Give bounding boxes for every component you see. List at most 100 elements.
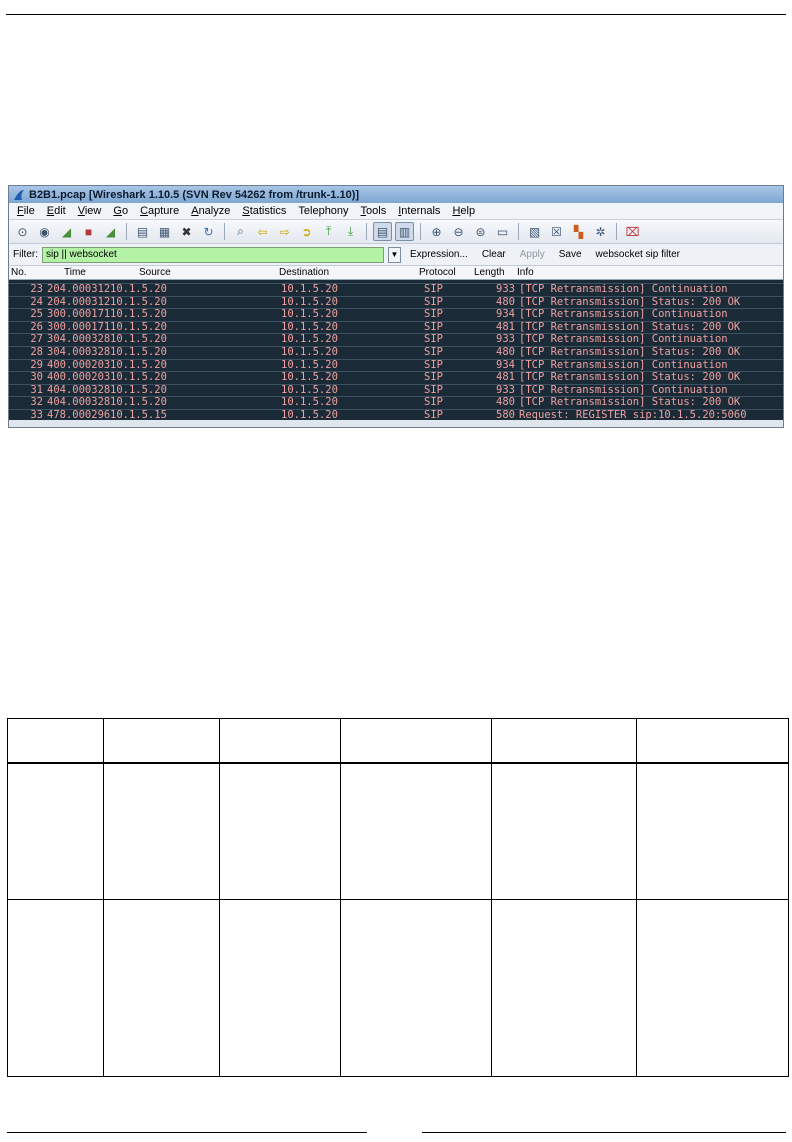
packet-proto: SIP	[424, 295, 443, 308]
column-header-source[interactable]: Source	[139, 267, 171, 278]
window-titlebar[interactable]: B2B1.pcap [Wireshark 1.10.5 (SVN Rev 542…	[9, 186, 783, 203]
column-header-destination[interactable]: Destination	[279, 267, 329, 278]
zoom-in-button[interactable]: ⊕	[427, 222, 446, 241]
expression-button[interactable]: Expression...	[405, 249, 473, 260]
packet-no: 28	[30, 345, 43, 358]
table-row[interactable]: 23 204.000312 10.1.5.20 10.1.5.20 SIP 933 [TCP…	[9, 283, 783, 297]
table-row[interactable]: 28 304.000328 10.1.5.20 10.1.5.20 SIP 480 [TCP…	[9, 345, 783, 360]
packet-list[interactable]: 23 204.000312 10.1.5.20 10.1.5.20 SIP 933 [TCP…	[9, 280, 783, 420]
find-packet-button[interactable]: ⌕	[231, 222, 250, 241]
main-toolbar: ⊙ ◉ ◢ ■ ◢ ▤ ▦ ✖ ↻ ⌕ ⇦ ⇨ ➲ ⤒ ⤓ ▤ ▥ ⊕ ⊖ ⊜ ▭ ▧ ☒ ▚ ✲ ⌧	[9, 220, 783, 244]
table-row[interactable]: 25 300.000171 10.1.5.20 10.1.5.20 SIP 934 [TCP…	[9, 309, 783, 322]
chevron-down-icon: ▼	[390, 250, 399, 259]
close-file-button[interactable]: ✖	[177, 222, 196, 241]
find-packet-icon: ⌕	[237, 224, 244, 238]
menu-capture[interactable]: Capture	[134, 205, 185, 217]
display-filter-input[interactable]: sip || websocket	[42, 246, 384, 263]
menu-go[interactable]: Go	[107, 205, 134, 217]
packet-time: 478.000296	[47, 408, 111, 420]
menu-help[interactable]: Help	[446, 205, 481, 217]
table-row[interactable]: 30 400.000203 10.1.5.20 10.1.5.20 SIP 481 [TCP…	[9, 372, 783, 385]
column-header-no[interactable]: No.	[11, 267, 27, 278]
go-back-button[interactable]: ⇦	[253, 222, 272, 241]
open-file-button[interactable]: ▤	[133, 222, 152, 241]
packet-proto: SIP	[424, 320, 443, 333]
empty-document-table	[7, 718, 789, 1077]
column-header-info[interactable]: Info	[517, 267, 534, 278]
packet-proto: SIP	[424, 371, 443, 384]
packet-dst: 10.1.5.20	[281, 345, 338, 358]
packet-len: 934	[496, 358, 515, 371]
table-cell	[7, 762, 104, 900]
colorize-button[interactable]: ▤	[373, 222, 392, 241]
zoom-out-icon: ⊖	[453, 224, 464, 239]
menu-tools[interactable]: Tools	[355, 205, 393, 217]
preferences-button[interactable]: ✲	[591, 222, 610, 241]
restart-capture-button[interactable]: ◢	[101, 222, 120, 241]
menu-analyze[interactable]: Analyze	[185, 205, 236, 217]
packet-proto: SIP	[424, 408, 443, 420]
save-file-button[interactable]: ▦	[155, 222, 174, 241]
packet-src: 10.1.5.20	[110, 396, 167, 409]
packet-info: [TCP Retransmission] Continuation	[519, 383, 728, 396]
menu-view[interactable]: View	[72, 205, 108, 217]
packet-proto: SIP	[424, 345, 443, 358]
packet-dst: 10.1.5.20	[281, 396, 338, 409]
go-to-packet-button[interactable]: ➲	[297, 222, 316, 241]
column-header-time[interactable]: Time	[64, 267, 86, 278]
interface-list-icon: ⊙	[17, 224, 28, 239]
go-forward-button[interactable]: ⇨	[275, 222, 294, 241]
packet-proto: SIP	[424, 358, 443, 371]
packet-src: 10.1.5.20	[110, 371, 167, 384]
packet-src: 10.1.5.20	[110, 320, 167, 333]
footer-rule-right	[422, 1132, 786, 1133]
resize-columns-button[interactable]: ▭	[493, 222, 512, 241]
packet-proto: SIP	[424, 283, 443, 295]
restart-capture-icon: ◢	[105, 224, 116, 239]
table-row[interactable]: 33 478.000296 10.1.5.15 10.1.5.20 SIP 580 Requ…	[9, 408, 783, 420]
zoom-out-button[interactable]: ⊖	[449, 222, 468, 241]
clear-button[interactable]: Clear	[477, 249, 511, 260]
packet-src: 10.1.5.20	[110, 283, 167, 295]
go-last-icon: ⤓	[347, 224, 354, 238]
saved-filter-button[interactable]: websocket sip filter	[591, 249, 685, 260]
go-last-button[interactable]: ⤓	[341, 222, 360, 241]
stop-capture-button[interactable]: ■	[79, 222, 98, 241]
interface-list-button[interactable]: ⊙	[13, 222, 32, 241]
auto-scroll-button[interactable]: ▥	[395, 222, 414, 241]
save-button[interactable]: Save	[554, 249, 587, 260]
menu-file[interactable]: File	[11, 205, 41, 217]
column-header-protocol[interactable]: Protocol	[419, 267, 456, 278]
packet-proto: SIP	[424, 308, 443, 321]
save-file-icon: ▦	[158, 224, 171, 239]
capture-options-button[interactable]: ◉	[35, 222, 54, 241]
packet-dst: 10.1.5.20	[281, 371, 338, 384]
packet-len: 933	[496, 333, 515, 346]
table-cell	[219, 718, 341, 764]
go-back-icon: ⇦	[257, 224, 268, 239]
apply-button[interactable]: Apply	[515, 249, 550, 260]
packet-info: [TCP Retransmission] Status: 200 OK	[519, 320, 741, 333]
column-header-length[interactable]: Length	[474, 267, 505, 278]
start-capture-button[interactable]: ◢	[57, 222, 76, 241]
help-button[interactable]: ⌧	[623, 222, 642, 241]
packet-dst: 10.1.5.20	[281, 333, 338, 346]
table-cell	[491, 762, 637, 900]
filter-dropdown-button[interactable]: ▼	[388, 246, 401, 263]
coloring-rules-button[interactable]: ▚	[569, 222, 588, 241]
display-filters-button[interactable]: ☒	[547, 222, 566, 241]
packet-no: 23	[30, 283, 43, 295]
auto-scroll-icon: ▥	[398, 224, 411, 239]
normal-size-button[interactable]: ⊜	[471, 222, 490, 241]
capture-filters-button[interactable]: ▧	[525, 222, 544, 241]
menu-edit[interactable]: Edit	[41, 205, 72, 217]
menu-telephony[interactable]: Telephony	[292, 205, 354, 217]
menu-internals[interactable]: Internals	[392, 205, 446, 217]
go-first-button[interactable]: ⤒	[319, 222, 338, 241]
packet-len: 933	[496, 283, 515, 295]
reload-file-button[interactable]: ↻	[199, 222, 218, 241]
packet-info: [TCP Retransmission] Status: 200 OK	[519, 345, 741, 358]
packet-len: 480	[496, 295, 515, 308]
packet-proto: SIP	[424, 383, 443, 396]
menu-statistics[interactable]: Statistics	[236, 205, 292, 217]
